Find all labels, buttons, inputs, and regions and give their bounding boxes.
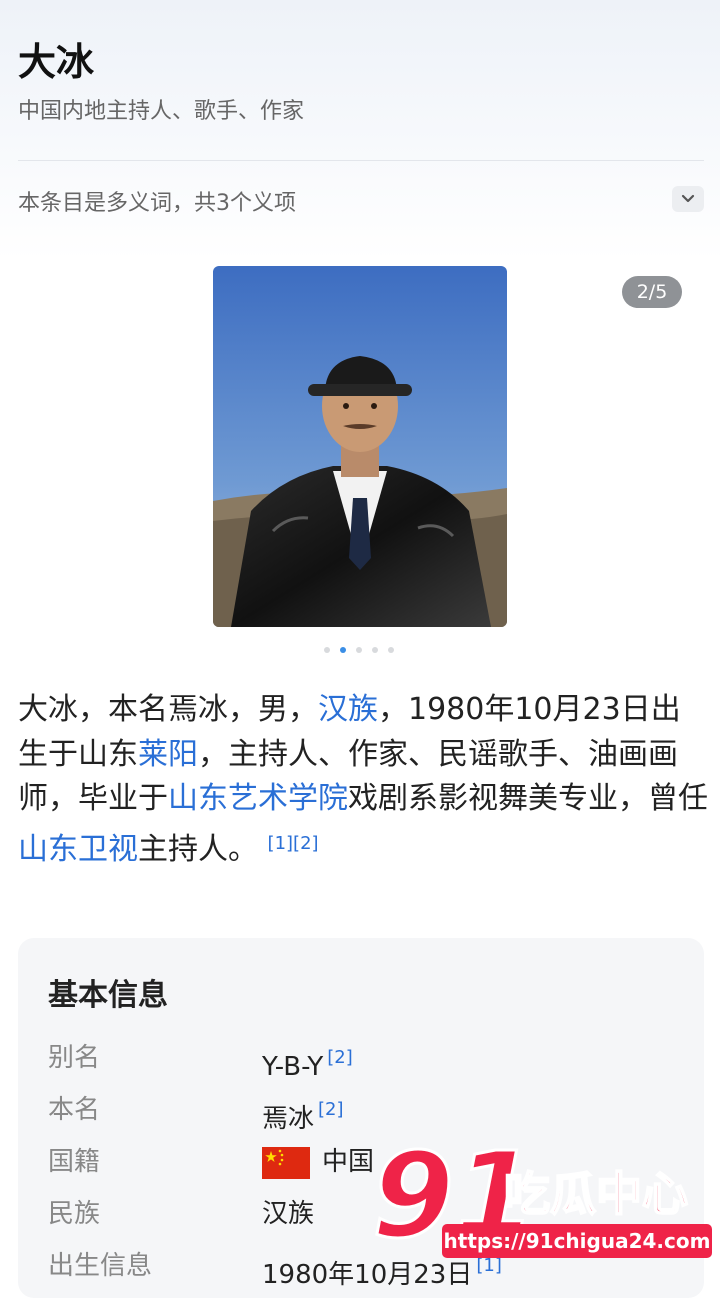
info-value-text: 汉族 bbox=[262, 1199, 315, 1229]
chevron-down-icon bbox=[681, 194, 695, 203]
portrait-photo bbox=[213, 266, 507, 627]
watermark-name: 吃瓜中心 bbox=[504, 1167, 688, 1221]
info-row-alias: 别名 Y-B-Y [2] bbox=[48, 1038, 688, 1082]
page-dot[interactable] bbox=[388, 647, 394, 653]
link-hanzu[interactable]: 汉族 bbox=[318, 692, 378, 727]
info-label: 民族 bbox=[48, 1199, 101, 1229]
info-value: 汉族 bbox=[262, 1194, 314, 1234]
info-value: 中国 bbox=[262, 1142, 374, 1182]
gallery-image[interactable] bbox=[213, 266, 507, 627]
page-dot-active[interactable] bbox=[340, 647, 346, 653]
china-flag-icon bbox=[262, 1146, 310, 1179]
link-shandong-art-academy[interactable]: 山东艺术学院 bbox=[168, 781, 348, 816]
intro-text: 大冰，本名焉冰，男， bbox=[18, 692, 318, 727]
gallery-counter: 2/5 bbox=[622, 276, 682, 308]
info-label: 出生信息 bbox=[48, 1251, 153, 1281]
divider bbox=[18, 160, 704, 161]
info-label: 别名 bbox=[48, 1043, 101, 1073]
info-value-text: 焉冰 bbox=[262, 1104, 315, 1134]
intro-paragraph: 大冰，本名焉冰，男，汉族，1980年10月23日出生于山东莱阳，主持人、作家、民… bbox=[18, 688, 708, 872]
polysemy-note: 本条目是多义词，共3个义项 bbox=[18, 191, 296, 216]
watermark-url: https://91chigua24.com bbox=[444, 1229, 711, 1253]
link-shandong-tv[interactable]: 山东卫视 bbox=[18, 832, 138, 867]
info-value-text: Y-B-Y bbox=[262, 1052, 324, 1082]
basic-info-heading: 基本信息 bbox=[48, 978, 168, 1013]
page-dot[interactable] bbox=[356, 647, 362, 653]
polysemy-bar[interactable]: 本条目是多义词，共3个义项 bbox=[18, 186, 704, 222]
info-value: Y-B-Y [2] bbox=[262, 1038, 353, 1087]
intro-text: 主持人。 bbox=[138, 831, 258, 867]
info-label: 本名 bbox=[48, 1095, 101, 1125]
page-subtitle: 中国内地主持人、歌手、作家 bbox=[18, 99, 305, 124]
intro-text: 戏剧系影视舞美专业，曾任 bbox=[348, 781, 708, 816]
reference-2[interactable]: [2] bbox=[293, 833, 319, 854]
info-value-text: 中国 bbox=[322, 1147, 375, 1177]
info-value: 焉冰 [2] bbox=[262, 1090, 344, 1139]
reference-2[interactable]: [2] bbox=[327, 1047, 353, 1068]
page-title: 大冰 bbox=[18, 39, 95, 84]
page-dot[interactable] bbox=[324, 647, 330, 653]
reference-2[interactable]: [2] bbox=[318, 1099, 344, 1120]
info-label: 国籍 bbox=[48, 1147, 101, 1177]
gallery-pagination bbox=[324, 646, 396, 654]
expand-button[interactable] bbox=[672, 186, 704, 212]
page-dot[interactable] bbox=[372, 647, 378, 653]
link-laiyang[interactable]: 莱阳 bbox=[138, 737, 198, 772]
watermark-logo: 91 吃瓜中心 https://91chigua24.com bbox=[371, 1125, 712, 1266]
reference-1[interactable]: [1] bbox=[268, 833, 294, 854]
